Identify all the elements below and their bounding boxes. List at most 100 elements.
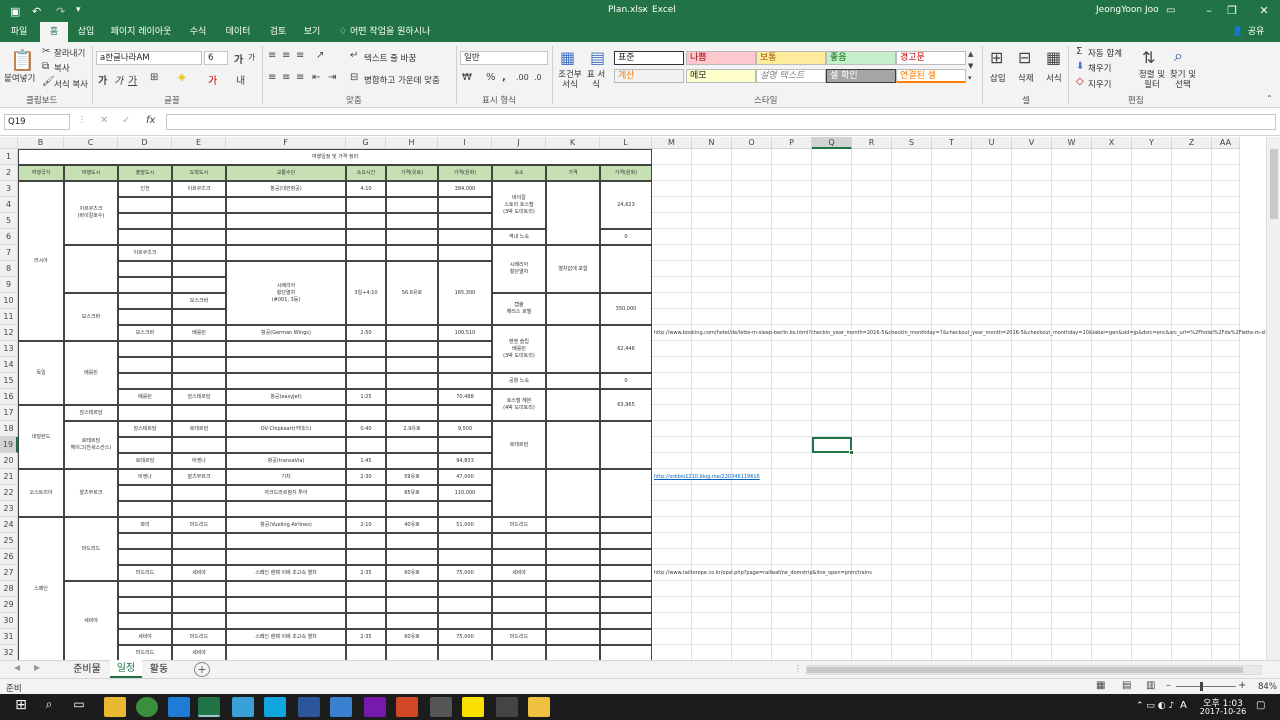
cell[interactable] — [1092, 485, 1132, 501]
cell[interactable] — [732, 389, 772, 405]
data-cell[interactable] — [118, 277, 172, 293]
cell[interactable] — [892, 357, 932, 373]
lodging-krw-cell[interactable] — [600, 581, 652, 597]
cell[interactable] — [852, 293, 892, 309]
cell[interactable] — [852, 645, 892, 660]
price-eur-cell[interactable]: 85유로 — [386, 485, 438, 501]
cell[interactable] — [1052, 389, 1092, 405]
cell[interactable] — [732, 517, 772, 533]
cell[interactable] — [852, 469, 892, 485]
cell[interactable] — [772, 149, 812, 165]
cell[interactable] — [852, 421, 892, 437]
lodging-price-cell[interactable] — [546, 533, 600, 549]
cell[interactable] — [1052, 181, 1092, 197]
data-cell[interactable] — [118, 549, 172, 565]
cell[interactable] — [1092, 645, 1132, 660]
align-top-icon[interactable]: ≡ — [268, 50, 276, 61]
column-header[interactable]: H — [386, 137, 438, 149]
cell[interactable] — [772, 501, 812, 517]
lodging-krw-cell[interactable]: 63,965 — [600, 389, 652, 421]
data-cell[interactable] — [386, 389, 438, 405]
cell[interactable] — [812, 309, 852, 325]
lodging-price-cell[interactable] — [546, 629, 600, 645]
cell[interactable] — [852, 389, 892, 405]
data-cell[interactable] — [226, 341, 346, 357]
data-cell[interactable] — [172, 581, 226, 597]
price-krw-cell[interactable]: 165,300 — [438, 261, 492, 325]
cell[interactable] — [932, 357, 972, 373]
cell[interactable] — [1172, 389, 1212, 405]
cell[interactable] — [1172, 645, 1212, 660]
cell[interactable] — [732, 245, 772, 261]
cell[interactable] — [1172, 149, 1212, 165]
cell[interactable] — [652, 373, 692, 389]
zoom-out-icon[interactable]: – — [1166, 680, 1171, 691]
fill-button[interactable]: 채우기 — [1088, 62, 1111, 74]
cell[interactable] — [932, 469, 972, 485]
cell[interactable] — [732, 645, 772, 660]
format-painter-button[interactable]: 서식 복사 — [54, 78, 88, 90]
cell[interactable] — [1132, 309, 1172, 325]
cell[interactable] — [852, 517, 892, 533]
data-cell[interactable] — [226, 357, 346, 373]
data-cell[interactable] — [118, 613, 172, 629]
grow-font-icon[interactable]: 가 — [234, 51, 243, 66]
data-cell[interactable] — [346, 613, 386, 629]
cell[interactable] — [652, 485, 692, 501]
cell[interactable] — [1012, 517, 1052, 533]
row-header[interactable]: 19 — [0, 437, 18, 453]
cell[interactable] — [892, 565, 932, 581]
cell[interactable] — [812, 469, 852, 485]
cell[interactable] — [652, 149, 692, 165]
cell[interactable] — [852, 181, 892, 197]
cell[interactable] — [1092, 197, 1132, 213]
cell[interactable] — [1212, 501, 1240, 517]
app2-taskbar-icon[interactable] — [330, 697, 352, 717]
cell[interactable] — [692, 437, 732, 453]
cell[interactable] — [972, 293, 1012, 309]
column-header[interactable]: U — [972, 137, 1012, 149]
depart-cell[interactable]: 이르쿠츠크 — [118, 245, 172, 261]
data-cell[interactable] — [226, 533, 346, 549]
country-cell[interactable]: 러시아 — [18, 181, 64, 341]
data-cell[interactable] — [386, 597, 438, 613]
cell[interactable] — [812, 213, 852, 229]
lodging-price-cell[interactable] — [546, 645, 600, 660]
lodging-cell[interactable] — [492, 469, 546, 517]
new-sheet-icon[interactable]: + — [194, 662, 210, 677]
cell-style-warning[interactable]: 경고문 — [896, 51, 966, 65]
time-cell[interactable]: 1:25 — [346, 389, 386, 405]
cell[interactable] — [812, 629, 852, 645]
cell[interactable] — [692, 629, 732, 645]
undo-icon[interactable]: ↶ — [32, 5, 41, 18]
cell[interactable] — [852, 213, 892, 229]
data-cell[interactable] — [346, 597, 386, 613]
depart-cell[interactable]: 암스테르담 — [118, 421, 172, 437]
cell[interactable] — [772, 181, 812, 197]
data-cell[interactable] — [438, 213, 492, 229]
tab-review[interactable]: 검토 — [264, 22, 292, 42]
data-cell[interactable] — [438, 229, 492, 245]
data-cell[interactable] — [118, 501, 172, 517]
cell[interactable] — [1172, 229, 1212, 245]
cell[interactable] — [1172, 261, 1212, 277]
data-cell[interactable] — [172, 373, 226, 389]
cell[interactable] — [1172, 213, 1212, 229]
lodging-cell[interactable]: 캡슐 해리스 호텔 — [492, 293, 546, 325]
cell[interactable] — [772, 245, 812, 261]
cell[interactable] — [652, 597, 692, 613]
city-cell[interactable]: 마드리드 — [64, 517, 118, 581]
page-layout-view-icon[interactable]: ▤ — [1122, 680, 1131, 691]
data-cell[interactable] — [438, 373, 492, 389]
cell[interactable] — [1092, 341, 1132, 357]
cell[interactable] — [812, 613, 852, 629]
cell[interactable] — [1132, 485, 1172, 501]
cell[interactable] — [652, 181, 692, 197]
lodging-cell[interactable] — [492, 613, 546, 629]
cell[interactable] — [1012, 549, 1052, 565]
wrap-text-button[interactable]: 텍스트 줄 바꿈 — [364, 52, 416, 64]
row-header[interactable]: 16 — [0, 389, 18, 405]
lodging-cell[interactable]: 공항 노숙 — [492, 373, 546, 389]
tab-formulas[interactable]: 수식 — [184, 22, 212, 42]
cell[interactable] — [692, 149, 732, 165]
